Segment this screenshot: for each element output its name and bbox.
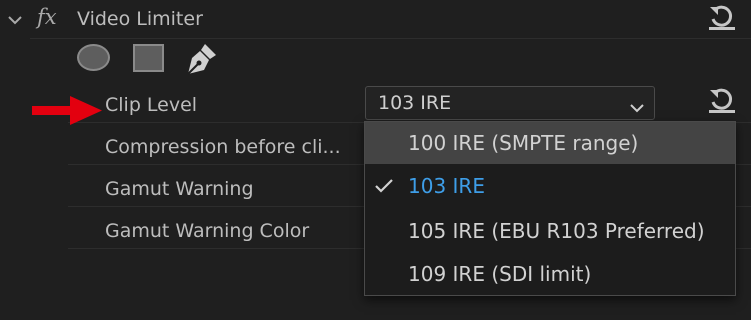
checkmark-icon	[375, 178, 393, 197]
menu-item-100-ire[interactable]: 100 IRE (SMPTE range)	[365, 122, 735, 164]
menu-item-label: 109 IRE (SDI limit)	[408, 262, 592, 286]
reset-icon[interactable]	[707, 86, 737, 118]
compression-label: Compression before cli...	[105, 136, 341, 158]
rectangle-mask-icon[interactable]	[133, 44, 164, 72]
ellipse-mask-icon[interactable]	[77, 44, 110, 71]
menu-item-label: 105 IRE (EBU R103 Preferred)	[408, 219, 705, 243]
pen-mask-icon[interactable]	[183, 41, 219, 81]
select-value: 103 IRE	[378, 92, 452, 114]
fx-toggle[interactable]: fx	[37, 5, 57, 29]
collapse-chevron-icon[interactable]	[8, 10, 22, 29]
red-arrow-annotation	[32, 94, 104, 132]
chevron-down-icon	[630, 98, 644, 117]
gamut-warning-color-label: Gamut Warning Color	[105, 220, 310, 242]
menu-item-103-ire[interactable]: 103 IRE	[365, 165, 735, 207]
menu-item-105-ire[interactable]: 105 IRE (EBU R103 Preferred)	[365, 210, 735, 252]
clip-level-label: Clip Level	[105, 94, 198, 116]
gamut-warning-label: Gamut Warning	[105, 178, 254, 200]
menu-item-109-ire[interactable]: 109 IRE (SDI limit)	[365, 253, 735, 295]
clip-level-select[interactable]: 103 IRE	[365, 86, 655, 120]
effect-title: Video Limiter	[77, 8, 203, 30]
clip-level-dropdown-menu: 100 IRE (SMPTE range) 103 IRE 105 IRE (E…	[364, 121, 736, 296]
divider	[30, 38, 751, 39]
reset-icon[interactable]	[707, 3, 737, 35]
menu-item-label: 100 IRE (SMPTE range)	[408, 131, 639, 155]
menu-item-label: 103 IRE	[408, 174, 485, 198]
